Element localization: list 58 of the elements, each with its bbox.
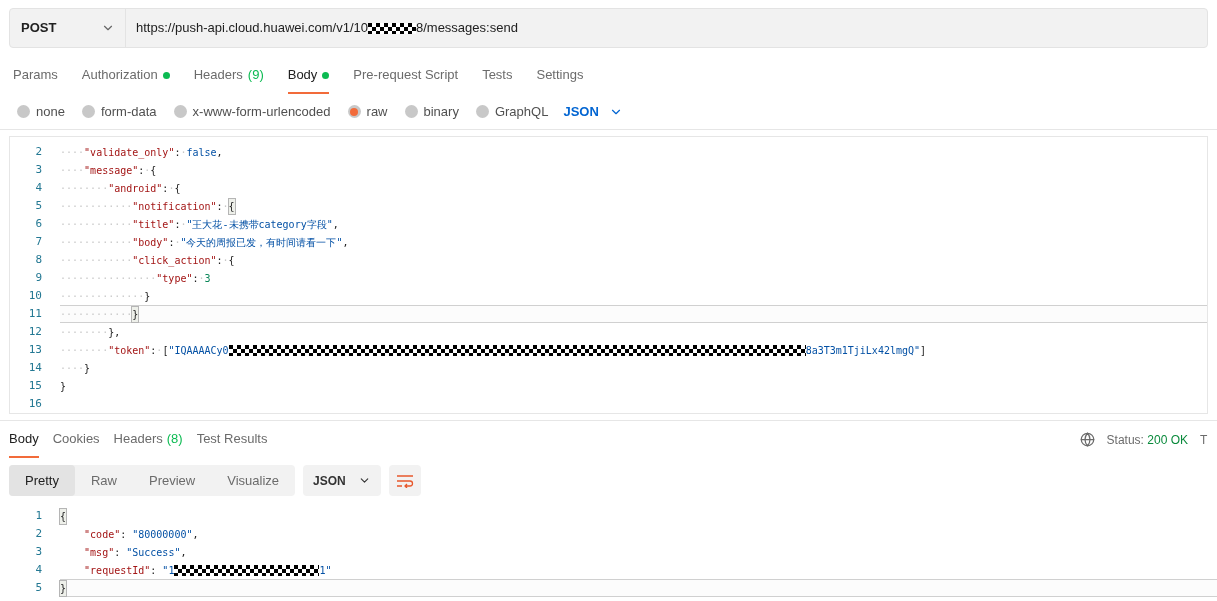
line-number: 6 [34, 215, 43, 232]
radio-label: x-www-form-urlencoded [192, 102, 331, 121]
request-tab[interactable]: Body [287, 58, 330, 94]
line-number: 3 [34, 161, 43, 178]
response-tab[interactable]: Cookies [52, 421, 100, 458]
line-number: 3 [34, 543, 43, 560]
line-number: 15 [27, 377, 43, 394]
request-tab[interactable]: Authorization [81, 58, 170, 94]
response-tab[interactable]: Body [9, 421, 39, 458]
line-number: 4 [34, 179, 43, 196]
radio-label: none [36, 102, 65, 121]
line-number: 13 [27, 341, 43, 358]
response-tab[interactable]: Test Results [196, 421, 268, 458]
wrap-lines-icon [395, 473, 414, 488]
view-mode-tab[interactable]: Pretty [9, 465, 75, 496]
line-number: 4 [34, 561, 43, 578]
radio-label: GraphQL [494, 102, 549, 121]
line-number: 8 [34, 251, 43, 268]
radio-unchecked[interactable] [17, 105, 30, 118]
radio-label: binary [423, 102, 459, 121]
line-number: 1 [34, 507, 43, 524]
globe-icon[interactable] [1079, 432, 1095, 447]
line-number: 5 [34, 197, 43, 214]
view-mode-tab[interactable]: Visualize [211, 465, 296, 496]
line-number: 12 [27, 323, 43, 340]
radio-unchecked[interactable] [475, 105, 489, 118]
radio-unchecked[interactable] [81, 105, 95, 118]
wrap-lines-button[interactable] [388, 465, 421, 496]
request-tab[interactable]: Pre-request Script [353, 58, 459, 94]
line-number: 5 [34, 579, 43, 596]
radio-label: raw [366, 102, 388, 121]
request-tab[interactable]: Settings [536, 58, 584, 94]
line-number: 9 [34, 269, 43, 286]
line-number: 2 [34, 143, 43, 160]
format-dropdown[interactable]: JSON [303, 465, 381, 496]
line-number: 2 [34, 525, 43, 542]
response-tab[interactable]: Headers (8) [113, 421, 183, 458]
radio-unchecked[interactable] [404, 105, 418, 118]
method-dropdown[interactable]: POST [10, 9, 126, 47]
line-number: 14 [27, 359, 43, 376]
line-number: 16 [27, 395, 43, 412]
code-editor[interactable] [9, 136, 1208, 414]
view-mode-tab[interactable]: Raw [74, 465, 133, 496]
redaction-mark [367, 22, 416, 34]
url-field[interactable]: https://push-api.cloud.huawei.com/v1/10 8/messages:send [126, 9, 518, 47]
request-tab[interactable]: Tests [482, 58, 513, 94]
request-tab[interactable]: Headers (9) [193, 58, 264, 94]
request-tab[interactable]: Params [13, 58, 58, 94]
view-mode-tab[interactable]: Preview [133, 465, 212, 496]
line-number: 10 [27, 287, 43, 304]
line-number: 11 [27, 305, 43, 322]
truncated-label: T [1200, 431, 1208, 449]
radio-checked[interactable] [347, 105, 361, 118]
status-label: Status: 200 OK [1106, 431, 1188, 449]
radio-label: form-data [100, 102, 157, 121]
format-dropdown[interactable]: JSON [563, 101, 623, 122]
radio-unchecked[interactable] [173, 105, 187, 118]
line-number: 7 [34, 233, 43, 250]
